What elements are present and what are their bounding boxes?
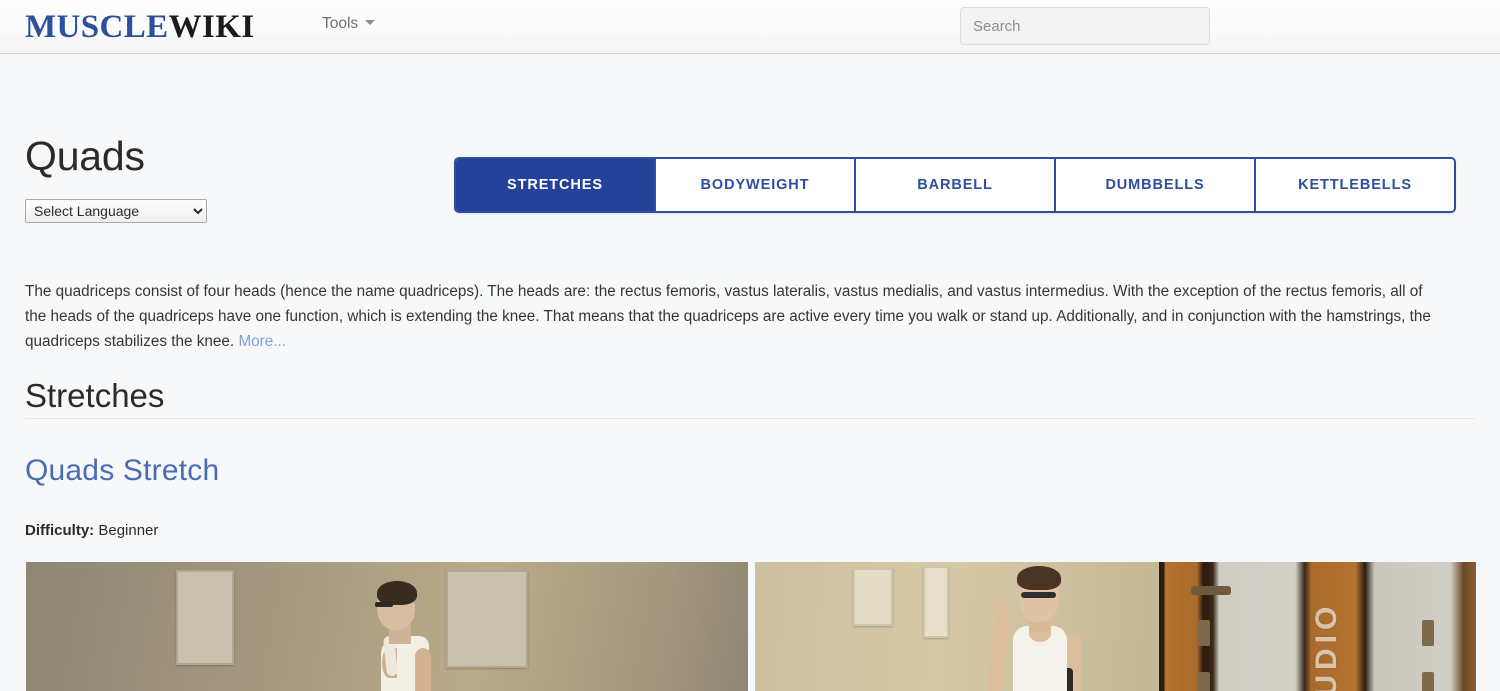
tools-menu-label: Tools: [322, 15, 359, 32]
muscle-description: The quadriceps consist of four heads (he…: [25, 280, 1445, 354]
person-hair: [1016, 566, 1061, 590]
studio-door-sign: STUDIO 3: [1310, 601, 1344, 691]
person-arm: [415, 648, 431, 691]
chevron-down-icon: [365, 20, 376, 26]
tools-menu[interactable]: Tools: [322, 14, 376, 34]
door-panel-slot: [1421, 620, 1434, 646]
tab-stretches-label: STRETCHES: [507, 177, 603, 193]
section-divider: [25, 418, 1475, 419]
more-link[interactable]: More...: [238, 333, 286, 350]
difficulty-value: Beginner: [98, 522, 159, 539]
wall-picture-frame: [446, 570, 528, 668]
door-handle: [1191, 586, 1231, 595]
tab-barbell[interactable]: BARBELL: [856, 159, 1056, 211]
tab-stretches[interactable]: STRETCHES: [456, 159, 656, 211]
person-front-view: [983, 564, 1095, 691]
tab-dumbbells-label: DUMBBELLS: [1105, 177, 1205, 193]
tab-kettlebells-label: KETTLEBELLS: [1298, 177, 1412, 193]
logo-wiki-text: WIKI: [168, 9, 255, 45]
search-input[interactable]: [960, 7, 1210, 45]
wall-picture-frame: [852, 568, 893, 626]
site-logo[interactable]: MUSCLEWIKI: [25, 8, 255, 46]
logo-muscle-text: MUSCLE: [25, 9, 169, 45]
exercise-video-row: STUDIO 3: [26, 562, 1476, 691]
tab-bodyweight[interactable]: BODYWEIGHT: [656, 159, 856, 211]
door-panel-slot: [1198, 672, 1211, 691]
glasses-icon: [1020, 592, 1056, 598]
exercise-difficulty: Difficulty: Beginner: [25, 521, 158, 541]
section-heading: Stretches: [25, 377, 165, 414]
tab-bodyweight-label: BODYWEIGHT: [700, 177, 810, 193]
wall-picture-frame: [922, 566, 949, 638]
exercise-video-side-view[interactable]: [26, 562, 748, 691]
door-panel-slot: [1421, 672, 1434, 691]
glasses-icon: [375, 602, 393, 607]
person-side-view: [361, 581, 439, 691]
page-body: Quads Select Language STRETCHES BODYWEIG…: [0, 54, 1500, 691]
muscle-description-text: The quadriceps consist of four heads (he…: [25, 283, 1431, 350]
difficulty-label: Difficulty:: [25, 522, 95, 539]
room-wall: [754, 562, 1159, 691]
equipment-tabs: STRETCHES BODYWEIGHT BARBELL DUMBBELLS K…: [454, 157, 1456, 213]
page-title: Quads: [25, 133, 145, 179]
exercise-video-front-view[interactable]: STUDIO 3: [754, 562, 1476, 691]
wall-picture-frame: [176, 570, 234, 665]
door-panel-slot: [1198, 620, 1211, 646]
exercise-title-link[interactable]: Quads Stretch: [25, 452, 219, 490]
tab-kettlebells[interactable]: KETTLEBELLS: [1256, 159, 1454, 211]
tab-barbell-label: BARBELL: [917, 177, 993, 193]
language-select[interactable]: Select Language: [25, 199, 207, 223]
tab-dumbbells[interactable]: DUMBBELLS: [1056, 159, 1256, 211]
site-header: MUSCLEWIKI Tools: [0, 0, 1500, 54]
